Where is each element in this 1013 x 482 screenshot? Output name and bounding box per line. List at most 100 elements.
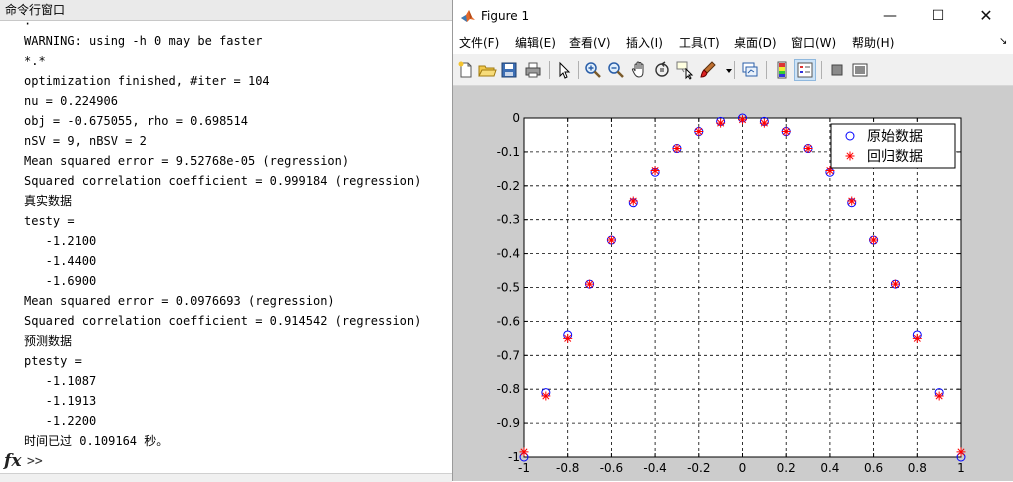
print-icon[interactable] bbox=[523, 60, 543, 80]
y-tick-label: -0.9 bbox=[497, 416, 520, 430]
command-output-line: · bbox=[24, 21, 32, 31]
menu-overflow-icon[interactable]: ↘ bbox=[999, 36, 1007, 47]
figure-canvas[interactable]: -1 -0.8 -0.6 -0.4 -0.2 0 0.2 0.4 0.6 0.8 1 0 -0.1 -0.… bbox=[453, 86, 1013, 481]
regression-data-point bbox=[563, 333, 573, 343]
show-plot-tools-icon[interactable] bbox=[850, 60, 870, 80]
command-output-line: 时间已过 0.109164 秒。 bbox=[24, 434, 169, 448]
toolbar-separator bbox=[734, 61, 735, 79]
command-input-row[interactable]: fx >> bbox=[0, 451, 452, 473]
regression-data-point bbox=[956, 447, 966, 457]
x-tick-label: -0.6 bbox=[600, 461, 623, 475]
figure-title: Figure 1 bbox=[481, 9, 530, 23]
y-tick-label: -0.2 bbox=[497, 179, 520, 193]
y-tick-label: -0.8 bbox=[497, 382, 520, 396]
x-tick-label: 0 bbox=[739, 461, 747, 475]
x-tick-label: -0.2 bbox=[687, 461, 710, 475]
function-browser-icon[interactable]: fx bbox=[4, 451, 21, 471]
x-tick-label: 0.8 bbox=[908, 461, 927, 475]
menu-help[interactable]: 帮助(H) bbox=[852, 32, 894, 54]
legend-label: 原始数据 bbox=[867, 129, 923, 145]
command-output-line: -1.1087 bbox=[24, 374, 97, 388]
regression-data-point bbox=[694, 127, 704, 137]
regression-data-point bbox=[803, 144, 813, 154]
menu-desktop[interactable]: 桌面(D) bbox=[734, 32, 777, 54]
command-output-line: -1.2200 bbox=[24, 414, 97, 428]
regression-data-point bbox=[934, 391, 944, 401]
figure-menu-bar: 文件(F) 编辑(E) 查看(V) 插入(I) 工具(T) 桌面(D) 窗口(W… bbox=[453, 32, 1013, 54]
menu-edit[interactable]: 编辑(E) bbox=[515, 32, 556, 54]
matlab-logo-icon bbox=[461, 10, 475, 22]
regression-data-point bbox=[738, 115, 747, 125]
regression-data-point bbox=[890, 279, 900, 289]
toolbar-separator bbox=[766, 61, 767, 79]
x-tick-label: 0.6 bbox=[864, 461, 883, 475]
regression-data-point bbox=[781, 127, 791, 137]
command-output-line: 真实数据 bbox=[24, 194, 73, 208]
figure-window[interactable]: Figure 1 — ☐ ✕ 文件(F) 编辑(E) 查看(V) 插入(I) 工… bbox=[452, 0, 1013, 481]
new-figure-icon[interactable] bbox=[456, 60, 476, 80]
edit-plot-icon[interactable] bbox=[554, 60, 574, 80]
regression-data-point bbox=[672, 144, 682, 154]
command-window[interactable]: 命令行窗口 · WARNING: using -h 0 may be faster… bbox=[0, 0, 453, 482]
legend-icon[interactable] bbox=[794, 59, 816, 81]
brush-dropdown-icon[interactable] bbox=[719, 60, 732, 80]
zoom-in-icon[interactable] bbox=[583, 60, 603, 80]
toolbar-separator bbox=[821, 61, 822, 79]
x-tick-label: -0.8 bbox=[556, 461, 579, 475]
toolbar-separator bbox=[549, 61, 550, 79]
brush-icon[interactable] bbox=[698, 60, 718, 80]
menu-window[interactable]: 窗口(W) bbox=[791, 32, 836, 54]
x-tick-label: 1 bbox=[957, 461, 965, 475]
minimize-button[interactable]: — bbox=[867, 0, 913, 32]
x-tick-label: 0.2 bbox=[777, 461, 796, 475]
command-output-line: obj = -0.675055, rho = 0.698514 bbox=[24, 114, 248, 128]
regression-data-point bbox=[650, 166, 660, 176]
pan-icon[interactable] bbox=[629, 60, 649, 80]
data-cursor-icon[interactable] bbox=[675, 60, 695, 80]
legend-marker-regression bbox=[845, 151, 855, 161]
command-output-line: -1.1913 bbox=[24, 394, 97, 408]
scatter-plot[interactable]: -1 -0.8 -0.6 -0.4 -0.2 0 0.2 0.4 0.6 0.8 1 0 -0.1 -0.… bbox=[453, 86, 1013, 481]
link-plot-icon[interactable] bbox=[740, 60, 760, 80]
toolbar-separator bbox=[578, 61, 579, 79]
y-tick-label: -0.6 bbox=[497, 314, 520, 328]
figure-toolbar bbox=[453, 55, 1013, 86]
command-output-line: nSV = 9, nBSV = 2 bbox=[24, 134, 147, 148]
rotate-3d-icon[interactable] bbox=[652, 60, 672, 80]
command-output-line: optimization finished, #iter = 104 bbox=[24, 74, 270, 88]
menu-view[interactable]: 查看(V) bbox=[569, 32, 611, 54]
figure-title-bar[interactable]: Figure 1 — ☐ ✕ bbox=[453, 0, 1013, 32]
command-output-line: ptesty = bbox=[24, 354, 82, 368]
regression-data-point bbox=[912, 333, 922, 343]
command-output-line: nu = 0.224906 bbox=[24, 94, 118, 108]
x-tick-label: 0.4 bbox=[820, 461, 839, 475]
zoom-out-icon[interactable] bbox=[606, 60, 626, 80]
command-prompt[interactable]: >> bbox=[27, 454, 43, 469]
x-tick-label: -0.4 bbox=[643, 461, 666, 475]
command-output-line: testy = bbox=[24, 214, 75, 228]
command-output-line: Mean squared error = 0.0976693 (regressi… bbox=[24, 294, 335, 308]
maximize-button[interactable]: ☐ bbox=[915, 0, 961, 32]
regression-data-point bbox=[606, 235, 616, 245]
menu-tools[interactable]: 工具(T) bbox=[679, 32, 720, 54]
y-tick-label: -0.4 bbox=[497, 247, 520, 261]
menu-file[interactable]: 文件(F) bbox=[459, 32, 499, 54]
regression-data-point bbox=[519, 447, 529, 457]
command-output-line: Squared correlation coefficient = 0.9991… bbox=[24, 174, 422, 188]
menu-insert[interactable]: 插入(I) bbox=[626, 32, 663, 54]
regression-data-point bbox=[585, 279, 595, 289]
command-output-line: -1.4400 bbox=[24, 254, 97, 268]
save-icon[interactable] bbox=[499, 60, 519, 80]
hide-plot-tools-icon[interactable] bbox=[827, 60, 847, 80]
command-window-title: 命令行窗口 bbox=[0, 0, 452, 21]
colorbar-icon[interactable] bbox=[772, 60, 792, 80]
regression-data-point bbox=[759, 118, 769, 128]
command-output-line: Squared correlation coefficient = 0.9145… bbox=[24, 314, 422, 328]
regression-data-point bbox=[716, 118, 726, 128]
close-button[interactable]: ✕ bbox=[963, 0, 1009, 32]
command-output[interactable]: · WARNING: using -h 0 may be faster *.* opt… bbox=[24, 21, 444, 451]
y-tick-label: -0.1 bbox=[497, 145, 520, 159]
command-output-line: -1.2100 bbox=[24, 234, 97, 248]
open-file-icon[interactable] bbox=[477, 60, 497, 80]
regression-data-point bbox=[628, 196, 638, 206]
